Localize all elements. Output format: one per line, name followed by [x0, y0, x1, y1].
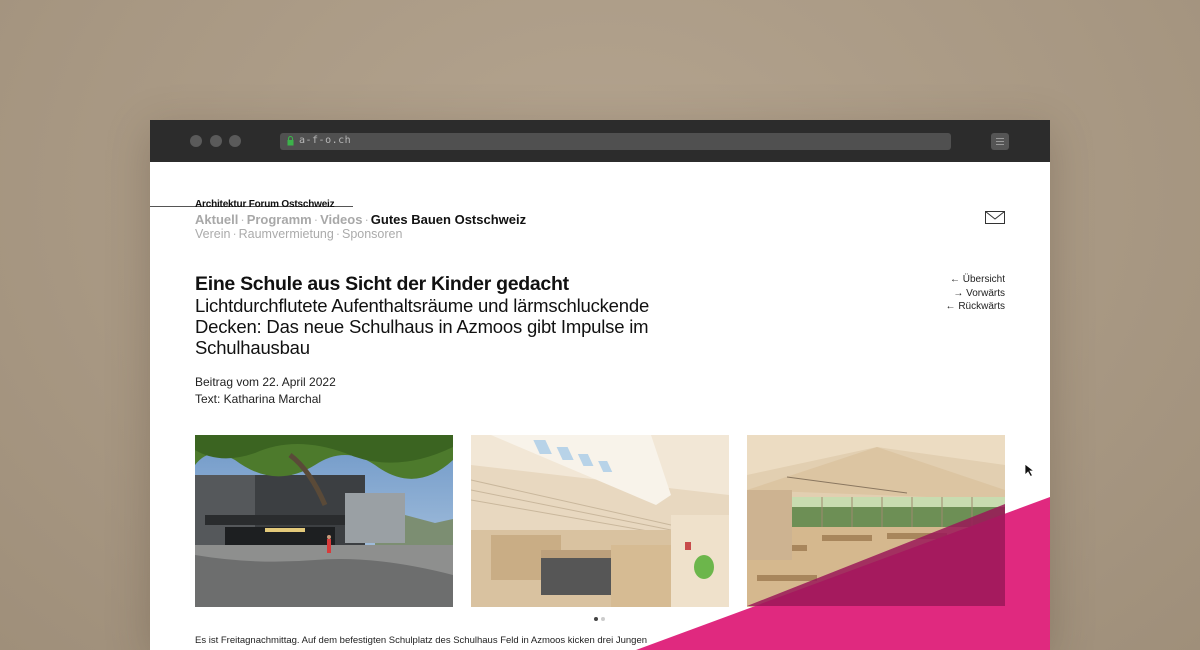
article-date: Beitrag vom 22. April 2022	[195, 375, 336, 389]
previous-link[interactable]: ← Rückwärts	[946, 301, 1005, 312]
article-body: Es ist Freitagnachmittag. Auf dem befest…	[195, 635, 648, 646]
url-text: a-f-o.ch	[299, 135, 352, 146]
cursor-icon	[1024, 463, 1036, 477]
page-content: Architektur Forum Ostschweiz Aktuell · Pro…	[150, 162, 1050, 650]
secondary-nav: Verein · Raumvermietung · Sponsoren	[195, 227, 403, 241]
address-bar[interactable]: a-f-o.ch	[280, 133, 951, 150]
gallery-dot[interactable]	[601, 617, 605, 621]
window-maximize-button[interactable]	[229, 135, 241, 147]
nav-item-sponsoren[interactable]: Sponsoren	[342, 227, 402, 241]
nav-item-gutes-bauen[interactable]: Gutes Bauen Ostschweiz	[371, 212, 526, 227]
nav-item-aktuell[interactable]: Aktuell	[195, 212, 238, 227]
stairwell-skylight-photo[interactable]	[471, 435, 729, 607]
browser-chrome: a-f-o.ch	[150, 120, 1050, 162]
window-close-button[interactable]	[190, 135, 202, 147]
nav-item-verein[interactable]: Verein	[195, 227, 230, 241]
nav-item-videos[interactable]: Videos	[320, 212, 362, 227]
article-author: Text: Katharina Marchal	[195, 392, 322, 406]
nav-item-raumvermietung[interactable]: Raumvermietung	[239, 227, 334, 241]
window-minimize-button[interactable]	[210, 135, 222, 147]
primary-nav: Aktuell · Programm · Videos · Gutes Bauen Osts…	[195, 212, 527, 227]
gallery-dot-active[interactable]	[594, 617, 598, 621]
article-meta: Beitrag vom 22. April 2022 Text: Kathari…	[195, 374, 336, 408]
overview-link[interactable]: ← Übersicht	[950, 274, 1005, 285]
article-nav: ← Übersicht → Vorwärts ← Rückwärts	[946, 273, 1005, 314]
classroom-interior-photo[interactable]	[747, 435, 1005, 607]
mail-icon[interactable]	[985, 211, 1005, 224]
lock-icon	[287, 136, 294, 146]
nav-item-programm[interactable]: Programm	[247, 212, 312, 227]
article-title: Eine Schule aus Sicht der Kinder gedacht	[195, 273, 569, 295]
next-link[interactable]: → Vorwärts	[953, 288, 1005, 299]
browser-window: a-f-o.ch Architektur Forum Ostschweiz Ak…	[150, 120, 1050, 650]
browser-menu-button[interactable]	[991, 133, 1009, 150]
school-courtyard-photo[interactable]	[195, 435, 453, 607]
site-logo-link[interactable]: Architektur Forum Ostschweiz	[195, 199, 335, 210]
article-subtitle: Lichtdurchflutete Aufenthaltsräume und l…	[195, 295, 650, 358]
